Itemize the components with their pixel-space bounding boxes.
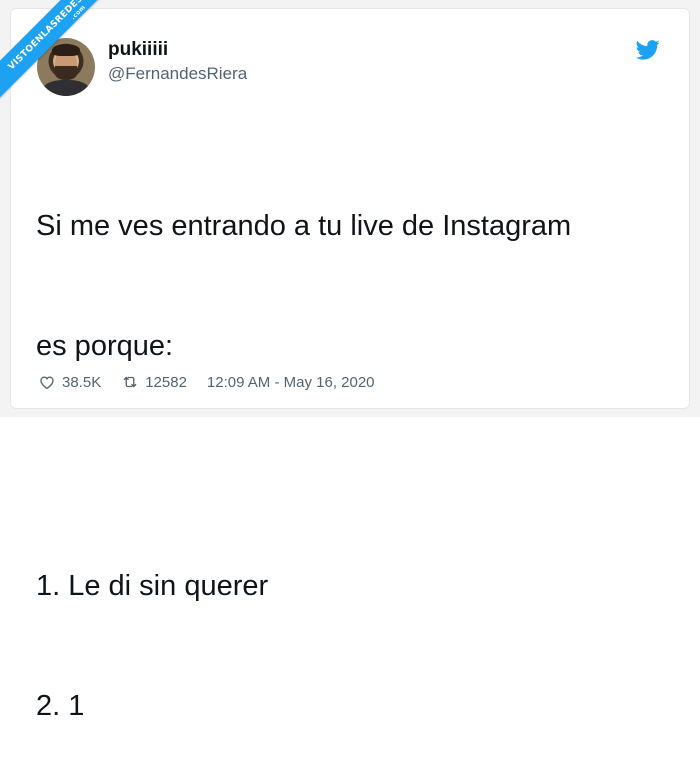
tweet-line: 1. Le di sin querer [36,570,269,602]
tweet-line: Si me ves entrando a tu live de Instagra… [36,210,572,242]
tweet-footer: 38.5K 12582 12:09 AM - May 16, 2020 [38,372,375,392]
avatar-beard [55,66,77,80]
user-handle[interactable]: @FernandesRiera [108,64,247,84]
heart-icon[interactable] [38,373,56,391]
retweet-icon[interactable] [121,373,139,391]
user-name[interactable]: pukiiiii [108,39,168,61]
twitter-bird-icon[interactable] [636,40,660,60]
tweet-line: es porque: [36,330,174,362]
avatar-hair [52,44,80,56]
timestamp[interactable]: 12:09 AM - May 16, 2020 [207,374,375,391]
retweet-count: 12582 [145,373,187,391]
like-count: 38.5K [62,373,102,391]
tweet-text: Si me ves entrando a tu live de Instagra… [36,126,571,766]
avatar-shirt [43,80,89,96]
tweet-line: 2. 1 [36,690,85,722]
tweet-line [36,446,571,486]
